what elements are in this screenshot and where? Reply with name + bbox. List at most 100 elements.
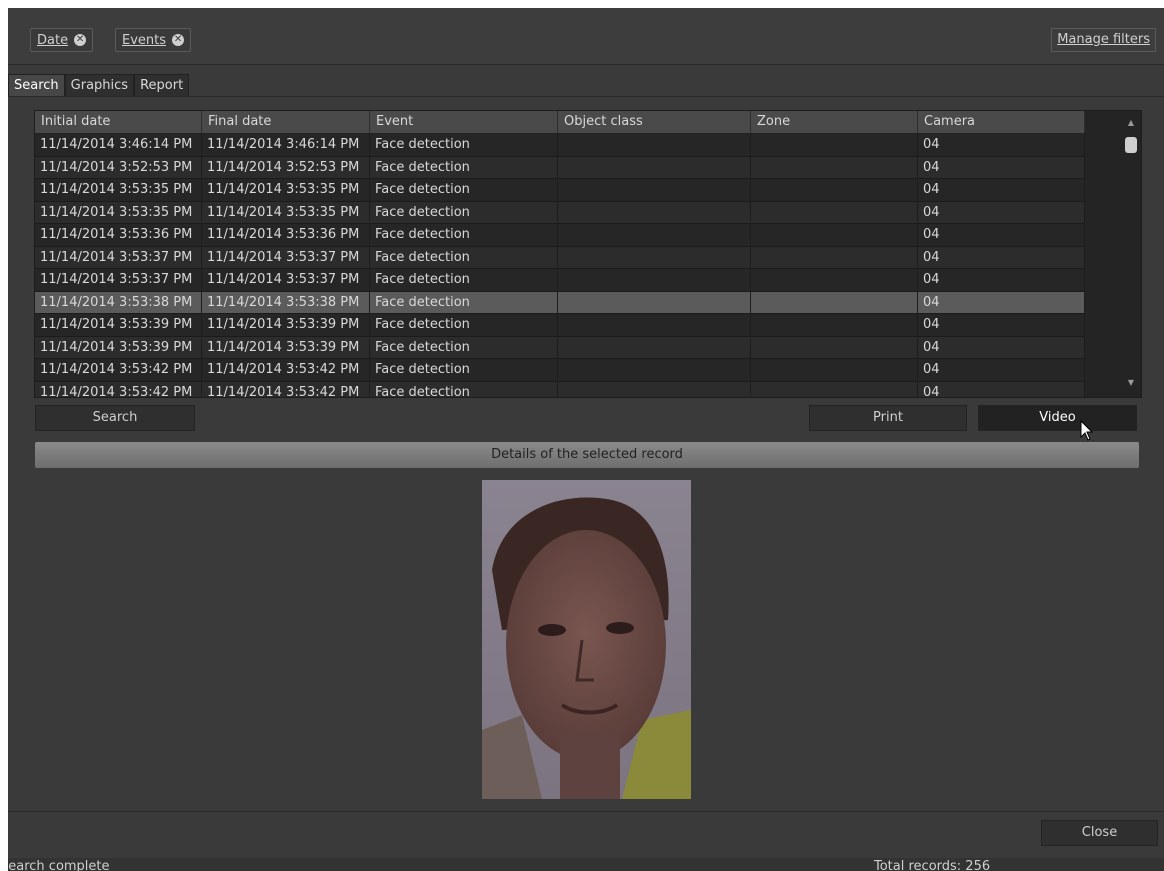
cell-final-date: 11/14/2014 3:53:39 PM [202,336,370,358]
cell-final-date: 11/14/2014 3:53:38 PM [202,291,370,313]
cell-object-class [558,291,751,313]
filter-chip-label[interactable]: Events [122,33,166,48]
cell-event: Face detection [370,314,558,336]
cell-final-date: 11/14/2014 3:53:37 PM [202,269,370,291]
divider [8,811,1164,812]
status-message: Search complete [8,859,110,871]
cell-camera: 04 [918,336,1085,358]
cell-event: Face detection [370,201,558,223]
cell-object-class [558,134,751,156]
cell-final-date: 11/14/2014 3:53:42 PM [202,359,370,381]
cell-zone [751,381,918,397]
cell-zone [751,359,918,381]
table-row[interactable]: 11/14/2014 3:53:37 PM 11/14/2014 3:53:37 … [35,246,1085,269]
cell-object-class [558,269,751,291]
tab-bar: Search Graphics Report [8,74,190,96]
column-header-event[interactable]: Event [370,111,558,133]
cell-object-class [558,359,751,381]
table-header: Initial date Final date Event Object cla… [35,111,1085,133]
cell-initial-date: 11/14/2014 3:53:37 PM [35,246,202,268]
cell-final-date: 11/14/2014 3:53:35 PM [202,179,370,201]
cell-event: Face detection [370,179,558,201]
total-records: Total records: 256 [874,859,991,871]
table-row[interactable]: 11/14/2014 3:53:39 PM 11/14/2014 3:53:39 … [35,314,1085,337]
cell-event: Face detection [370,246,558,268]
column-header-initial-date[interactable]: Initial date [35,111,202,133]
cell-event: Face detection [370,269,558,291]
filter-chip-date[interactable]: Date ✕ [30,28,94,52]
cell-event: Face detection [370,224,558,246]
cell-zone [751,179,918,201]
tab-search[interactable]: Search [8,74,65,96]
arrow-up-icon[interactable]: ▲ [1125,117,1137,129]
cell-initial-date: 11/14/2014 3:52:53 PM [35,156,202,178]
cell-camera: 04 [918,381,1085,397]
table-row[interactable]: 11/14/2014 3:53:38 PM 11/14/2014 3:53:38 … [35,291,1085,314]
tab-graphics[interactable]: Graphics [64,74,135,96]
filter-chip-events[interactable]: Events ✕ [115,28,192,52]
close-button[interactable]: Close [1041,820,1158,846]
cell-final-date: 11/14/2014 3:53:39 PM [202,314,370,336]
table-row[interactable]: 11/14/2014 3:53:39 PM 11/14/2014 3:53:39 … [35,336,1085,359]
column-header-object-class[interactable]: Object class [558,111,751,133]
cell-zone [751,269,918,291]
close-circle-icon[interactable]: ✕ [172,34,185,46]
cell-object-class [558,179,751,201]
close-circle-icon[interactable]: ✕ [74,34,87,46]
tab-report[interactable]: Report [134,74,190,96]
cell-event: Face detection [370,134,558,156]
column-header-camera[interactable]: Camera [918,111,1085,133]
manage-filters-link[interactable]: Manage filters [1051,28,1156,52]
cell-zone [751,134,918,156]
cell-zone [751,314,918,336]
cell-camera: 04 [918,246,1085,268]
cell-object-class [558,156,751,178]
cell-camera: 04 [918,201,1085,223]
filter-bar: Date ✕ Events ✕ Manage filters [8,8,1164,65]
table-row[interactable]: 11/14/2014 3:53:35 PM 11/14/2014 3:53:35 … [35,179,1085,202]
column-header-zone[interactable]: Zone [751,111,918,133]
cell-final-date: 11/14/2014 3:53:36 PM [202,224,370,246]
cell-zone [751,201,918,223]
cell-event: Face detection [370,291,558,313]
video-button[interactable]: Video [978,405,1137,431]
cell-camera: 04 [918,224,1085,246]
cell-final-date: 11/14/2014 3:53:37 PM [202,246,370,268]
cell-initial-date: 11/14/2014 3:53:39 PM [35,314,202,336]
cell-final-date: 11/14/2014 3:53:35 PM [202,201,370,223]
cell-object-class [558,336,751,358]
cell-zone [751,224,918,246]
table-row[interactable]: 11/14/2014 3:53:37 PM 11/14/2014 3:53:37 … [35,269,1085,292]
cell-camera: 04 [918,359,1085,381]
table-row[interactable]: 11/14/2014 3:46:14 PM 11/14/2014 3:46:14 … [35,134,1085,157]
filter-chip-label[interactable]: Date [37,33,68,48]
search-button[interactable]: Search [35,405,195,431]
results-table: Initial date Final date Event Object cla… [34,110,1142,398]
cell-event: Face detection [370,359,558,381]
scrollbar-thumb[interactable] [1125,137,1137,153]
table-row[interactable]: 11/14/2014 3:52:53 PM 11/14/2014 3:52:53 … [35,156,1085,179]
cell-initial-date: 11/14/2014 3:53:37 PM [35,269,202,291]
cell-camera: 04 [918,269,1085,291]
cell-initial-date: 11/14/2014 3:53:42 PM [35,381,202,397]
table-row[interactable]: 11/14/2014 3:53:35 PM 11/14/2014 3:53:35 … [35,201,1085,224]
details-header: Details of the selected record [35,442,1139,468]
table-row[interactable]: 11/14/2014 3:53:42 PM 11/14/2014 3:53:42 … [35,359,1085,382]
cell-object-class [558,314,751,336]
table-row[interactable]: 11/14/2014 3:53:36 PM 11/14/2014 3:53:36 … [35,224,1085,247]
cell-camera: 04 [918,156,1085,178]
vertical-scrollbar[interactable]: ▲ ▼ [1085,111,1141,397]
cell-camera: 04 [918,134,1085,156]
cell-event: Face detection [370,381,558,397]
column-header-final-date[interactable]: Final date [202,111,370,133]
cell-object-class [558,224,751,246]
cell-final-date: 11/14/2014 3:53:42 PM [202,381,370,397]
table-row[interactable]: 11/14/2014 3:53:42 PM 11/14/2014 3:53:42 … [35,381,1085,397]
cell-object-class [558,246,751,268]
status-bar: Search complete Total records: 256 [8,858,1164,871]
cell-zone [751,336,918,358]
arrow-down-icon[interactable]: ▼ [1125,377,1137,389]
print-button[interactable]: Print [809,405,967,431]
cell-final-date: 11/14/2014 3:46:14 PM [202,134,370,156]
cell-initial-date: 11/14/2014 3:53:35 PM [35,201,202,223]
